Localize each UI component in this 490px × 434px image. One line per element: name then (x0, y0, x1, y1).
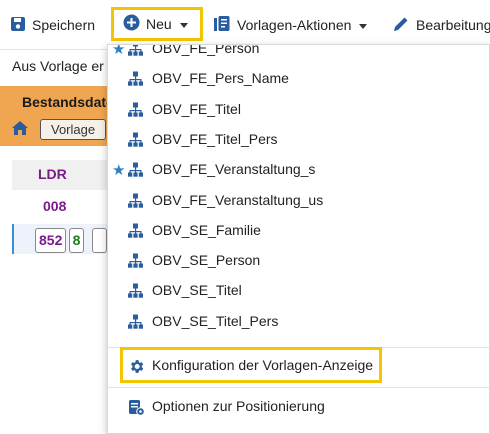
edit-button[interactable]: Bearbeitung (392, 12, 490, 38)
edit-label: Bearbeitung (416, 17, 490, 33)
template-actions-button[interactable]: Vorlagen-Aktionen (213, 12, 368, 38)
field-tag-008[interactable]: 008 (43, 198, 66, 214)
template-hierarchy-icon (128, 193, 143, 212)
home-icon[interactable] (11, 120, 29, 141)
new-dropdown-menu: ★ OBV_FE_Person OBV_FE_Pers_Name OBV_FE_Tit… (107, 44, 490, 434)
menu-item-positioning-options[interactable]: Optionen zur Positionierung (108, 392, 489, 422)
page: Speichern Neu Vorlagen-Aktionen Bearbeit… (0, 0, 490, 434)
menu-divider (108, 387, 489, 388)
indicator-2-input[interactable] (92, 228, 107, 253)
pencil-icon (392, 15, 410, 36)
menu-item-label: Konfiguration der Vorlagen-Anzeige (152, 357, 374, 373)
ldr-label: LDR (38, 166, 67, 182)
favorite-star-icon: ★ (112, 162, 126, 180)
indicator-1-input[interactable]: 8 (69, 228, 84, 253)
menu-item-template[interactable]: ★ OBV_FE_Person (108, 44, 489, 64)
menu-item-template[interactable]: ★ OBV_FE_Veranstaltung_s (108, 155, 489, 185)
record-panel-title: Bestandsdate (22, 94, 114, 110)
chevron-down-icon (359, 23, 368, 29)
from-template-link[interactable]: Aus Vorlage er (12, 58, 104, 74)
save-button[interactable]: Speichern (10, 12, 95, 38)
template-chip[interactable]: Vorlage (40, 119, 107, 140)
menu-item-label: OBV_FE_Titel_Pers (152, 130, 278, 147)
menu-item-template[interactable]: OBV_FE_Titel (108, 95, 489, 125)
template-hierarchy-icon (128, 132, 143, 151)
chevron-down-icon (179, 22, 188, 28)
toolbar: Speichern Neu Vorlagen-Aktionen Bearbeit… (0, 0, 490, 50)
menu-item-label: OBV_FE_Pers_Name (152, 70, 289, 87)
template-hierarchy-icon (128, 283, 143, 302)
menu-item-label: OBV_SE_Titel_Pers (152, 312, 279, 329)
menu-item-label: OBV_FE_Veranstaltung_us (152, 191, 324, 208)
menu-item-label: OBV_SE_Familie (152, 221, 261, 238)
menu-item-template[interactable]: OBV_FE_Pers_Name (108, 64, 489, 94)
template-hierarchy-icon (128, 223, 143, 242)
new-label: Neu (146, 16, 172, 32)
menu-item-label: Optionen zur Positionierung (152, 398, 325, 414)
plus-circle-icon (123, 14, 140, 34)
menu-item-template[interactable]: OBV_FE_Veranstaltung_us (108, 186, 489, 216)
menu-item-template[interactable]: OBV_SE_Person (108, 246, 489, 276)
menu-item-template[interactable]: OBV_SE_Familie (108, 216, 489, 246)
template-hierarchy-icon (128, 71, 143, 90)
menu-item-label: OBV_SE_Titel (152, 282, 242, 299)
menu-item-label: OBV_FE_Titel (152, 100, 241, 117)
template-icon (213, 15, 231, 36)
template-actions-label: Vorlagen-Aktionen (237, 17, 352, 33)
menu-item-label: OBV_FE_Person (152, 44, 260, 56)
menu-item-label: OBV_SE_Person (152, 252, 261, 269)
template-hierarchy-icon (128, 253, 143, 272)
template-hierarchy-icon (128, 162, 143, 181)
template-hierarchy-icon (128, 45, 143, 60)
menu-item-label: OBV_FE_Veranstaltung_s (152, 161, 316, 178)
positioning-options-icon (128, 399, 145, 419)
floppy-disk-icon (10, 16, 26, 35)
new-button[interactable]: Neu (111, 7, 203, 41)
save-label: Speichern (32, 17, 96, 33)
menu-item-template[interactable]: OBV_FE_Titel_Pers (108, 125, 489, 155)
gear-icon (128, 358, 145, 378)
template-hierarchy-icon (128, 314, 143, 333)
field-tag-852-input[interactable]: 852 (35, 228, 67, 253)
menu-item-template-display-config[interactable]: Konfiguration der Vorlagen-Anzeige (108, 351, 489, 381)
menu-item-template[interactable]: OBV_SE_Titel (108, 276, 489, 306)
menu-item-template[interactable]: OBV_SE_Titel_Pers (108, 307, 489, 337)
favorite-star-icon: ★ (112, 44, 126, 58)
template-hierarchy-icon (128, 102, 143, 121)
